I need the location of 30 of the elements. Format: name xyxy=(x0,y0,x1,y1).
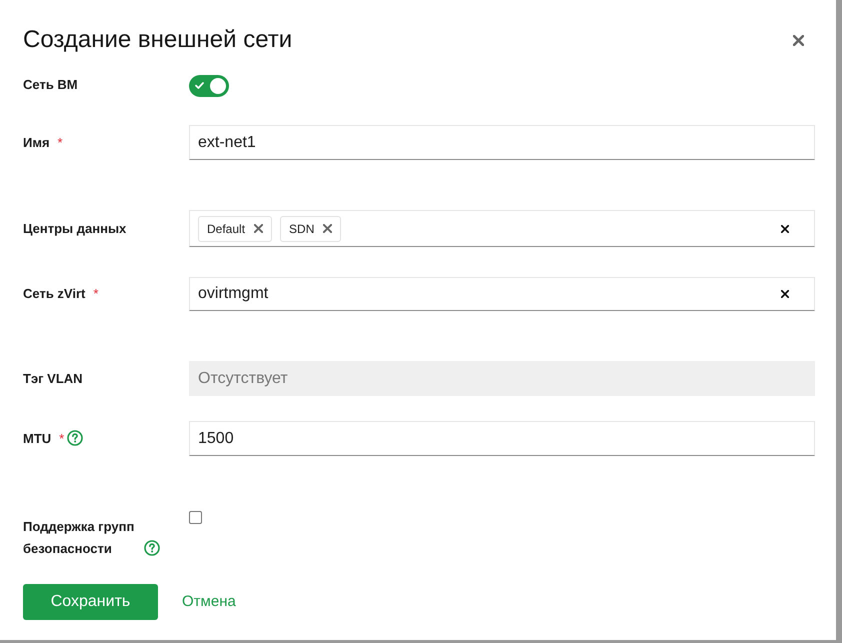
remove-icon[interactable] xyxy=(323,224,332,233)
text-field[interactable]: ext-net1 xyxy=(189,125,815,160)
clear-icon[interactable] xyxy=(781,224,789,232)
field-label: Тэг VLAN xyxy=(23,370,83,388)
save-button[interactable]: Сохранить xyxy=(23,584,158,620)
close-icon[interactable] xyxy=(793,34,804,46)
checkbox[interactable] xyxy=(189,511,202,524)
required-mark: * xyxy=(59,430,64,446)
help-icon[interactable] xyxy=(144,540,160,556)
field-label: Имя xyxy=(23,134,50,152)
dialog-title: Создание внешней сети xyxy=(23,25,292,55)
field-label: Сеть ВМ xyxy=(23,76,78,94)
multi-select-field[interactable]: Default SDN xyxy=(189,210,815,247)
required-mark: * xyxy=(58,134,63,150)
field-label: Центры данных xyxy=(23,220,126,238)
toggle-switch[interactable] xyxy=(189,74,229,96)
select-field[interactable]: ovirtmgmt xyxy=(189,277,815,311)
tag-chip[interactable]: SDN xyxy=(280,216,342,242)
text-field[interactable]: 1500 xyxy=(189,421,815,456)
field-label: Сеть zVirt xyxy=(23,285,86,303)
required-mark: * xyxy=(93,286,98,301)
remove-icon[interactable] xyxy=(254,224,264,233)
clear-icon[interactable] xyxy=(781,290,789,298)
help-icon[interactable] xyxy=(67,430,84,446)
cancel-link[interactable]: Отмена xyxy=(182,584,236,620)
tag-chip[interactable]: Default xyxy=(198,216,272,242)
text-field: Отсутствует xyxy=(189,361,815,396)
field-label: MTU xyxy=(23,430,52,448)
check-icon xyxy=(195,82,204,89)
field-label: Поддержка групп безопасности xyxy=(23,518,136,558)
